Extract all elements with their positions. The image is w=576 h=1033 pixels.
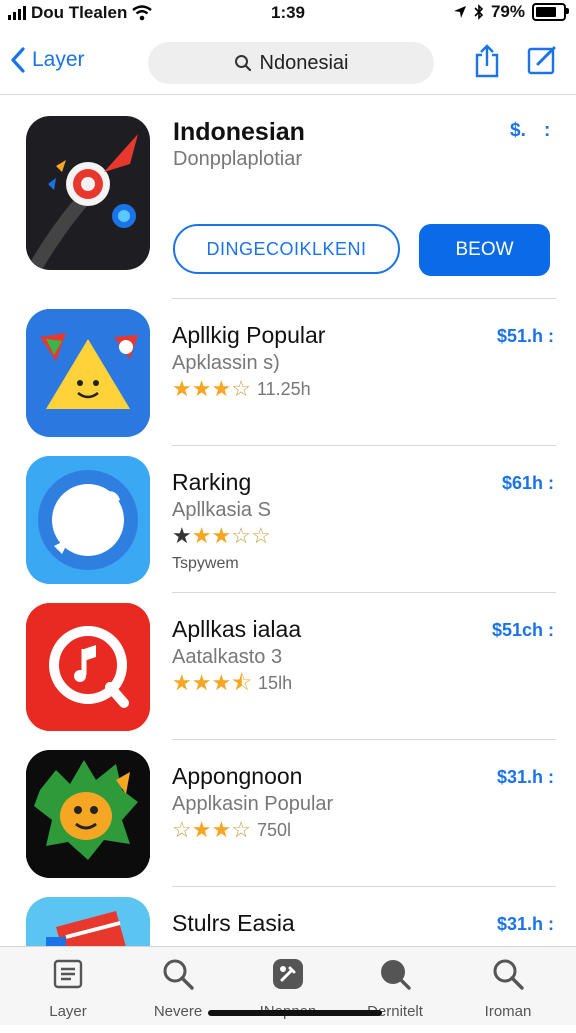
divider	[172, 445, 556, 446]
star-icon: ★	[211, 817, 232, 842]
app-price[interactable]: $31.h :	[497, 767, 554, 788]
tab-label: Iroman	[484, 1003, 532, 1020]
search-icon	[493, 959, 524, 990]
share-icon[interactable]	[472, 44, 502, 78]
status-bar: Dou Tlealen 1:39 79%	[0, 0, 576, 26]
star-rating: ★ ★ ★ ☆ ☆	[172, 525, 271, 547]
star-icon: ★	[211, 523, 232, 548]
search-field[interactable]: Ndonesiai	[148, 42, 434, 84]
star-outline-icon: ☆	[250, 523, 271, 548]
featured-subtitle: Donpplaplotiar	[173, 148, 302, 170]
featured-get-button[interactable]: BEOW	[419, 224, 550, 276]
home-indicator	[208, 1010, 382, 1016]
star-outline-icon: ☆	[231, 817, 251, 842]
app-icon[interactable]	[26, 456, 150, 584]
search-icon	[381, 960, 411, 990]
divider	[172, 298, 556, 299]
star-icon: ★	[191, 376, 212, 401]
status-right: 79%	[453, 2, 569, 22]
app-icon[interactable]	[26, 309, 150, 437]
app-title: Appongnoon	[172, 763, 303, 789]
star-icon: ★	[211, 670, 232, 695]
list-item[interactable]: Apllkig Popular Apklassin s) ★ ★ ★ ☆ 11.…	[0, 298, 576, 445]
app-subtitle: Apllkasia S	[172, 499, 271, 521]
chevron-left-icon	[11, 47, 25, 73]
star-icon: ★	[191, 670, 212, 695]
star-outline-icon: ☆	[231, 376, 251, 401]
app-icon[interactable]	[26, 603, 150, 731]
app-title: Stulrs Easia	[172, 910, 295, 936]
app-caption: Tspywem	[172, 555, 239, 572]
app-price[interactable]: $61h :	[502, 473, 554, 494]
battery-icon	[532, 3, 569, 21]
rating-count: 11.25h	[256, 378, 311, 399]
featured-price[interactable]: $.	[510, 120, 526, 142]
star-icon: ★	[172, 376, 192, 401]
search-icon	[163, 959, 194, 990]
app-title: Apllkas ialaa	[172, 616, 302, 642]
app-icon[interactable]	[26, 750, 150, 878]
star-icon: ★	[172, 523, 192, 548]
navigation-bar: Layer Ndonesiai	[0, 34, 576, 95]
app-subtitle: Apklassin s)	[172, 352, 280, 374]
list-item[interactable]: Appongnoon Applkasin Popular ☆ ★ ★ ☆ 750…	[0, 739, 576, 886]
app-price[interactable]: $31.h :	[497, 914, 554, 935]
featured-title: Indonesian	[173, 118, 305, 146]
star-rating: ★ ★ ★ ⯪ 15lh	[172, 672, 292, 694]
search-text: Ndonesiai	[259, 51, 349, 74]
rating-count: 750l	[256, 819, 291, 840]
star-half-icon: ⯪	[231, 670, 253, 695]
app-subtitle: Aatalkasto 3	[172, 646, 283, 668]
app-price[interactable]: $51ch :	[492, 620, 554, 641]
list-item[interactable]: Apllkas ialaa Aatalkasto 3 ★ ★ ★ ⯪ 15lh …	[0, 592, 576, 739]
star-icon: ★	[211, 376, 232, 401]
compose-icon[interactable]	[526, 44, 558, 76]
list-item[interactable]: Rarking Apllkasia S ★ ★ ★ ☆ ☆ Tspywem $6…	[0, 445, 576, 592]
location-arrow-icon	[453, 6, 466, 18]
battery-percent: 79%	[490, 2, 525, 21]
featured-app-icon[interactable]	[26, 116, 150, 270]
divider	[172, 739, 556, 740]
divider	[172, 886, 556, 887]
app-subtitle: Applkasin Popular	[172, 793, 334, 815]
star-outline-icon: ☆	[172, 817, 192, 842]
star-icon: ★	[191, 817, 212, 842]
tab-iroman[interactable]: Iroman	[463, 957, 553, 1020]
featured-app[interactable]: Indonesian Donpplaplotiar $. : DINGECOIK…	[0, 100, 576, 298]
rating-count: 15lh	[258, 672, 293, 693]
star-icon: ★	[191, 523, 212, 548]
bluetooth-icon	[474, 4, 484, 20]
list-icon	[53, 959, 83, 989]
app-title: Rarking	[172, 469, 252, 495]
featured-more-button[interactable]: :	[544, 120, 550, 142]
back-label: Layer	[32, 48, 85, 71]
tab-label: Layer	[49, 1003, 87, 1020]
star-rating: ☆ ★ ★ ☆ 750l	[172, 819, 291, 841]
star-outline-icon: ☆	[231, 523, 251, 548]
tab-layer[interactable]: Layer	[23, 957, 113, 1020]
star-icon: ★	[172, 670, 192, 695]
star-rating: ★ ★ ★ ☆ 11.25h	[172, 378, 311, 400]
app-price[interactable]: $51.h :	[497, 326, 554, 347]
tools-icon	[273, 959, 303, 989]
divider	[172, 592, 556, 593]
featured-outline-button[interactable]: DINGECOIKLKENI	[173, 224, 400, 274]
app-title: Apllkig Popular	[172, 322, 326, 348]
back-button[interactable]: Layer	[10, 46, 85, 74]
search-icon	[234, 55, 251, 72]
